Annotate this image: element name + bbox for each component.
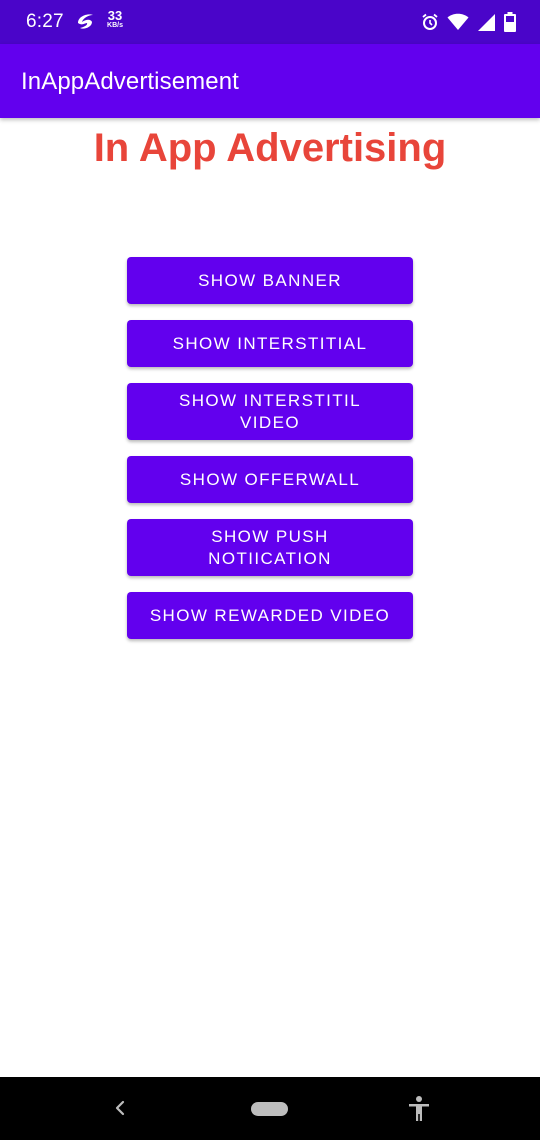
- page-headline: In App Advertising: [93, 126, 447, 170]
- alarm-icon: [422, 13, 438, 30]
- show-interstitial-button[interactable]: SHOW INTERSTITIAL: [127, 320, 413, 367]
- accessibility-icon[interactable]: [406, 1095, 432, 1123]
- back-icon[interactable]: [110, 1097, 130, 1119]
- status-icons: [421, 10, 516, 34]
- show-rewarded-video-button-label: SHOW REWARDED VIDEO: [149, 605, 391, 625]
- show-rewarded-video-button[interactable]: SHOW REWARDED VIDEO: [127, 592, 413, 639]
- network-speed-value: 33: [107, 8, 123, 23]
- battery-icon: [504, 12, 516, 32]
- show-push-notification-button-label-line2: NOTIICATION: [208, 548, 332, 568]
- carrier-icon: [78, 14, 93, 29]
- show-banner-button-label: SHOW BANNER: [198, 270, 342, 290]
- app-bar: InAppAdvertisement: [0, 44, 540, 118]
- status-time: 6:27: [26, 11, 64, 32]
- app-title: InAppAdvertisement: [21, 68, 239, 95]
- navigation-bar: [0, 1077, 540, 1140]
- home-pill-icon[interactable]: [251, 1102, 288, 1116]
- network-speed: 33 KB/s: [103, 9, 127, 29]
- show-banner-button[interactable]: SHOW BANNER: [127, 257, 413, 304]
- status-bar: 6:27 33 KB/s: [0, 0, 540, 44]
- show-offerwall-button-label: SHOW OFFERWALL: [179, 469, 361, 489]
- network-speed-unit: KB/s: [107, 22, 123, 29]
- show-push-notification-button[interactable]: SHOW PUSH NOTIICATION: [127, 519, 413, 576]
- show-interstitial-button-label: SHOW INTERSTITIAL: [172, 333, 368, 353]
- wifi-icon: [447, 13, 469, 30]
- show-interstitial-video-button-label-line1: SHOW INTERSTITIL: [178, 390, 361, 410]
- signal-icon: [478, 13, 495, 31]
- show-interstitial-video-button[interactable]: SHOW INTERSTITIL VIDEO: [127, 383, 413, 440]
- show-offerwall-button[interactable]: SHOW OFFERWALL: [127, 456, 413, 503]
- show-push-notification-button-label-line1: SHOW PUSH: [211, 526, 329, 546]
- show-interstitial-video-button-label-line2: VIDEO: [240, 412, 300, 432]
- app-screen: 6:27 33 KB/s InAppAdvertisement In App A…: [0, 0, 540, 1140]
